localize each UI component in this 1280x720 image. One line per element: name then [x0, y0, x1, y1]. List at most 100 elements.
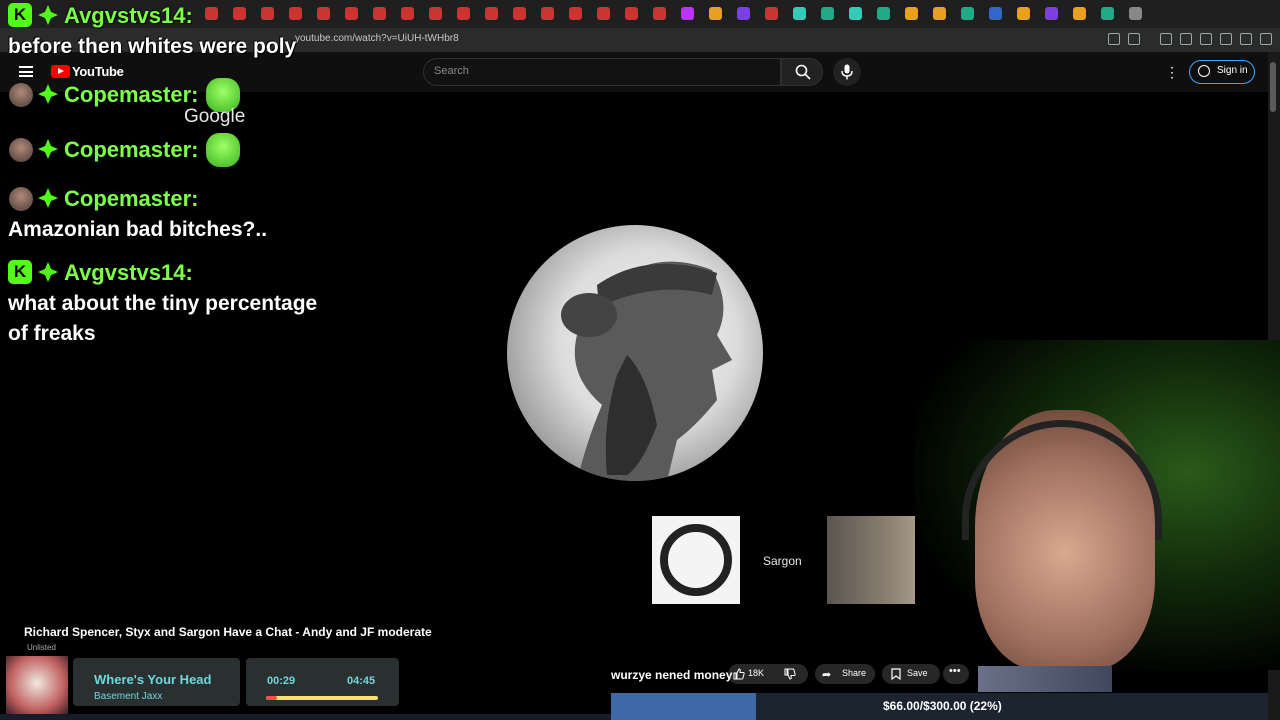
tab-favicon-icon[interactable]: [401, 7, 414, 20]
tab-favicon-icon[interactable]: [877, 7, 890, 20]
subscriber-diamond-icon: [38, 188, 58, 208]
chat-message-text: what about the tiny percentage: [8, 292, 318, 315]
tab-favicon-icon[interactable]: [429, 7, 442, 20]
voice-search-button[interactable]: [833, 58, 861, 86]
tab-favicon-icon[interactable]: [681, 7, 694, 20]
tab-favicon-icon[interactable]: [737, 7, 750, 20]
sidebar-icon[interactable]: [1180, 33, 1192, 45]
tab-favicon-icon[interactable]: [233, 7, 246, 20]
search-placeholder[interactable]: Search: [434, 65, 469, 77]
tab-favicon-icon[interactable]: [205, 7, 218, 20]
download-icon[interactable]: [1220, 33, 1232, 45]
related-video-thumbnail[interactable]: [978, 666, 1112, 692]
chat-username: Copemaster:: [64, 137, 199, 162]
tab-favicon-icon[interactable]: [821, 7, 834, 20]
tab-favicon-icon[interactable]: [261, 7, 274, 20]
taskbar-strip: [0, 714, 611, 720]
tab-favicon-icon[interactable]: [1045, 7, 1058, 20]
donation-goal-label: $66.00/$300.00 (22%): [883, 699, 1002, 713]
subscriber-diamond-icon: [38, 262, 58, 282]
url-text[interactable]: youtube.com/watch?v=UiUH-tWHbr8: [295, 33, 459, 44]
tab-favicon-icon[interactable]: [1017, 7, 1030, 20]
chat-username: Avgvstvs14:: [64, 3, 193, 28]
tab-favicon-icon[interactable]: [457, 7, 470, 20]
now-playing-total: 04:45: [347, 675, 376, 687]
sargon-coin-image: [507, 225, 763, 481]
unlisted-badge: Unlisted: [27, 643, 56, 652]
user-icon: [1198, 65, 1210, 77]
emote-caption: Google: [184, 106, 246, 127]
participant-name: Sargon: [763, 554, 802, 568]
chat-avatar: [9, 138, 33, 162]
more-dots-icon: •••: [949, 665, 961, 677]
extension-icon[interactable]: [1108, 33, 1120, 45]
overlay-caption: wurzye nened money: [611, 668, 733, 682]
tab-favicon-icon[interactable]: [765, 7, 778, 20]
wallet-icon[interactable]: [1200, 33, 1212, 45]
shield-icon[interactable]: [1240, 33, 1252, 45]
chat-username: Copemaster:: [64, 186, 199, 211]
bearded-king-profile-icon: [561, 261, 732, 481]
like-count[interactable]: 18K: [748, 668, 764, 678]
kick-badge-icon: K: [8, 260, 32, 284]
chat-username: Avgvstvs14:: [64, 260, 193, 285]
tab-favicon-icon[interactable]: [373, 7, 386, 20]
youtube-logo-text[interactable]: YouTube: [72, 64, 124, 79]
subscriber-diamond-icon: [38, 5, 58, 25]
styx-ouroboros-avatar: [652, 516, 740, 604]
tab-favicon-icon[interactable]: [849, 7, 862, 20]
share-label[interactable]: Share: [842, 668, 866, 678]
now-playing-artist: Basement Jaxx: [94, 691, 163, 702]
save-label[interactable]: Save: [907, 668, 928, 678]
tab-favicon-icon[interactable]: [1101, 7, 1114, 20]
now-playing-progress-fill: [266, 696, 278, 700]
chat-message-text: Amazonian bad bitches?..: [8, 218, 268, 241]
now-playing-elapsed: 00:29: [267, 675, 296, 687]
tab-favicon-icon[interactable]: [1129, 7, 1142, 20]
save-bookmark-icon: [891, 668, 901, 680]
tab-favicon-icon[interactable]: [1073, 7, 1086, 20]
menu-icon[interactable]: [1260, 33, 1272, 45]
chat-message-text: of freaks: [8, 322, 96, 345]
thumbs-down-icon[interactable]: [784, 668, 796, 680]
tab-favicon-icon[interactable]: [933, 7, 946, 20]
tab-favicon-icon[interactable]: [485, 7, 498, 20]
hamburger-menu-icon[interactable]: [19, 66, 33, 77]
video-title: Richard Spencer, Styx and Sargon Have a …: [24, 625, 432, 639]
now-playing-song: Where's Your Head: [94, 672, 212, 687]
subscriber-diamond-icon: [38, 139, 58, 159]
tab-favicon-icon[interactable]: [709, 7, 722, 20]
tab-favicon-icon[interactable]: [961, 7, 974, 20]
tab-favicon-icon[interactable]: [345, 7, 358, 20]
chat-avatar: [9, 83, 33, 107]
pepe-laugh-emote-icon: [206, 133, 240, 167]
search-button[interactable]: [781, 58, 823, 86]
extension-icon[interactable]: [1128, 33, 1140, 45]
now-playing-progress-track: [266, 696, 378, 700]
tab-favicon-icon[interactable]: [625, 7, 638, 20]
media-icon[interactable]: [1160, 33, 1172, 45]
tab-favicon-icon[interactable]: [317, 7, 330, 20]
tab-favicon-icon[interactable]: [513, 7, 526, 20]
youtube-logo-icon[interactable]: [51, 65, 70, 78]
tab-favicon-icon[interactable]: [597, 7, 610, 20]
tab-favicon-icon[interactable]: [905, 7, 918, 20]
chat-message-text: before then whites were poly: [8, 35, 297, 58]
search-input[interactable]: [423, 58, 781, 86]
tab-favicon-icon[interactable]: [541, 7, 554, 20]
tab-favicon-icon[interactable]: [793, 7, 806, 20]
settings-kebab-icon[interactable]: ⋮: [1165, 63, 1179, 81]
tab-favicon-icon[interactable]: [289, 7, 302, 20]
share-icon: ➦: [822, 669, 832, 681]
scrollbar-thumb[interactable]: [1270, 62, 1276, 112]
now-playing-album-art: [6, 656, 68, 716]
donation-goal-fill: [611, 693, 756, 720]
sign-in-label[interactable]: Sign in: [1217, 65, 1248, 76]
thumbs-up-icon[interactable]: [733, 668, 745, 680]
subscriber-diamond-icon: [38, 84, 58, 104]
search-icon: [795, 64, 811, 80]
tab-favicon-icon[interactable]: [569, 7, 582, 20]
microphone-icon: [841, 64, 853, 80]
tab-favicon-icon[interactable]: [989, 7, 1002, 20]
tab-favicon-icon[interactable]: [653, 7, 666, 20]
